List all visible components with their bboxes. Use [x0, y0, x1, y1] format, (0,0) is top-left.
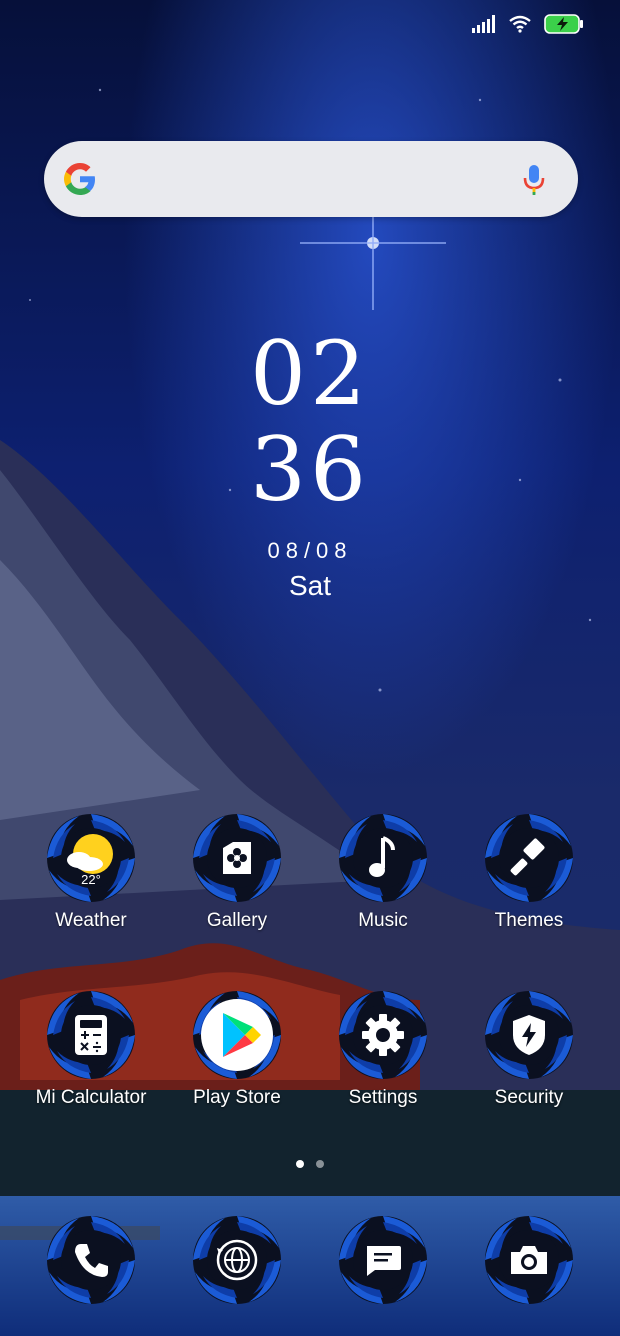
page-indicator: [296, 1160, 324, 1168]
page-dot[interactable]: [296, 1160, 304, 1168]
app-label: Play Store: [193, 1087, 281, 1108]
paintbrush-icon: [483, 812, 575, 904]
gear-icon: [337, 989, 429, 1081]
dock-camera[interactable]: [459, 1214, 599, 1306]
app-play-store[interactable]: Play Store: [167, 989, 307, 1109]
app-label: Gallery: [206, 910, 268, 931]
app-label: Security: [494, 1087, 564, 1108]
dock-messages[interactable]: [313, 1214, 453, 1306]
app-label: Settings: [348, 1087, 418, 1108]
browser-globe-icon: [191, 1214, 283, 1306]
app-security[interactable]: Security: [459, 989, 599, 1109]
dock-phone[interactable]: [21, 1214, 161, 1306]
calculator-icon: [45, 989, 137, 1081]
svg-text:22°: 22°: [81, 872, 101, 887]
app-label: Mi Calculator: [35, 1087, 147, 1108]
app-gallery[interactable]: Gallery: [167, 812, 307, 932]
play-store-icon: [191, 989, 283, 1081]
clock-date: 08/08: [267, 538, 353, 563]
clock-minute[interactable]: 36: [0, 426, 620, 514]
page-dot[interactable]: [316, 1160, 324, 1168]
dock-browser[interactable]: [167, 1214, 307, 1306]
app-settings[interactable]: Settings: [313, 989, 453, 1109]
music-note-icon: [337, 812, 429, 904]
app-label: Music: [358, 910, 408, 931]
app-weather[interactable]: 22° Weather: [21, 812, 161, 932]
google-search-bar[interactable]: [44, 141, 578, 217]
battery-charging-icon: [544, 14, 584, 38]
app-music[interactable]: Music: [313, 812, 453, 932]
clock-hour[interactable]: 02: [0, 330, 620, 418]
phone-icon: [45, 1214, 137, 1306]
cell-signal-icon: [472, 15, 496, 37]
app-label: Weather: [55, 910, 127, 931]
microphone-icon[interactable]: [522, 163, 546, 197]
weather-sun-cloud-icon: 22°: [45, 812, 137, 904]
app-themes[interactable]: Themes: [459, 812, 599, 932]
gallery-flower-icon: [191, 812, 283, 904]
clock-day: Sat: [288, 570, 332, 601]
app-mi-calculator[interactable]: Mi Calculator: [21, 989, 161, 1109]
status-bar: [472, 14, 584, 38]
camera-icon: [483, 1214, 575, 1306]
google-g-icon: [62, 161, 98, 197]
app-label: Themes: [494, 910, 564, 931]
wifi-icon: [508, 15, 532, 37]
shield-bolt-icon: [483, 989, 575, 1081]
messages-icon: [337, 1214, 429, 1306]
